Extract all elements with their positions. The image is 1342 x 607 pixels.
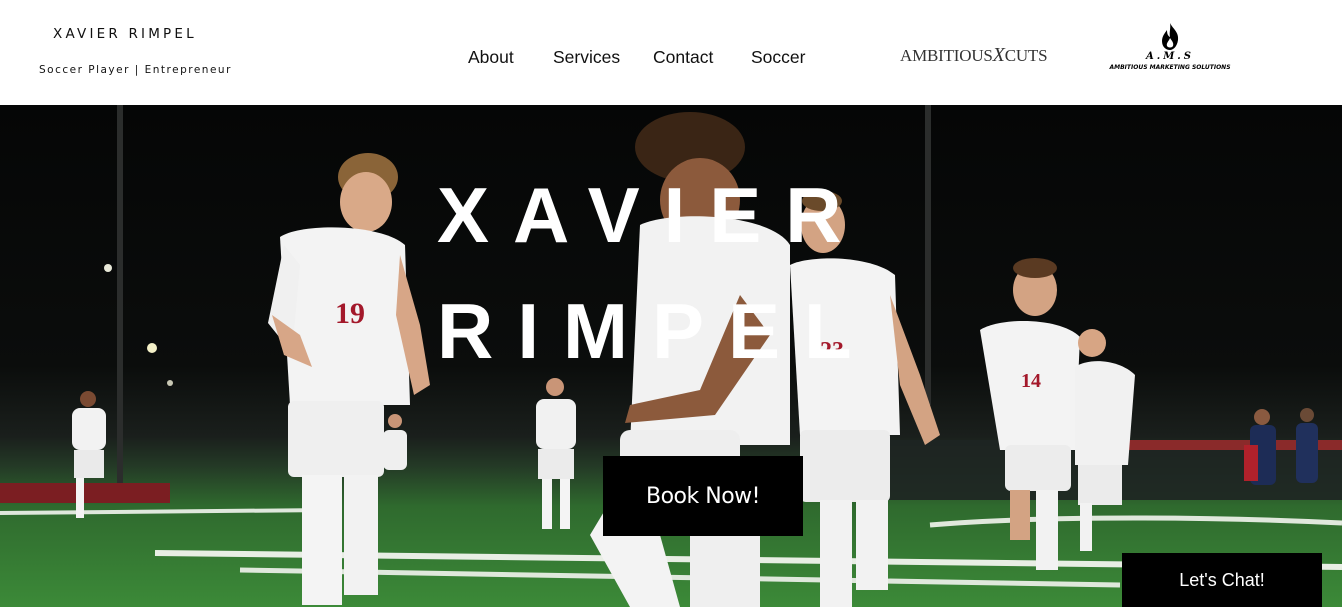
- site-header: XAVIER RIMPEL Soccer Player | Entreprene…: [0, 0, 1342, 105]
- ams-logo-letters: A.M.S: [1145, 51, 1194, 62]
- jersey-number-19: 19: [335, 297, 365, 330]
- light-pole: [117, 105, 123, 485]
- nav-item-services[interactable]: Services: [553, 47, 620, 68]
- player-small: [383, 414, 407, 470]
- ambitious-cuts-logo[interactable]: AMBITIOUSXCUTS: [900, 44, 1048, 67]
- lets-chat-button[interactable]: Let's Chat!: [1122, 553, 1322, 607]
- nav-item-contact[interactable]: Contact: [653, 47, 713, 68]
- hero-title-line1: XAVIER: [437, 171, 866, 259]
- hero-title-line2: RIMPEL: [437, 287, 876, 375]
- nav-item-soccer[interactable]: Soccer: [751, 47, 805, 68]
- hero-section: 19 23 14 XAVIER RIMPEL Book Now! Let's C…: [0, 105, 1342, 607]
- hero-title: XAVIER RIMPEL: [437, 157, 876, 389]
- site-brand-name[interactable]: XAVIER RIMPEL: [53, 26, 197, 42]
- nav-item-about[interactable]: About: [468, 47, 514, 68]
- light-pole: [925, 105, 931, 405]
- site-tagline: Soccer Player | Entrepreneur: [39, 64, 232, 76]
- player-mid: [536, 378, 576, 529]
- ams-logo-subtitle: AMBITIOUS MARKETING SOLUTIONS: [1109, 64, 1231, 71]
- ams-logo[interactable]: A.M.S AMBITIOUS MARKETING SOLUTIONS: [1096, 22, 1244, 74]
- flame-icon: [1162, 23, 1179, 50]
- player-19: [268, 153, 430, 605]
- book-now-button[interactable]: Book Now!: [603, 456, 803, 536]
- jersey-number-14: 14: [1021, 370, 1041, 392]
